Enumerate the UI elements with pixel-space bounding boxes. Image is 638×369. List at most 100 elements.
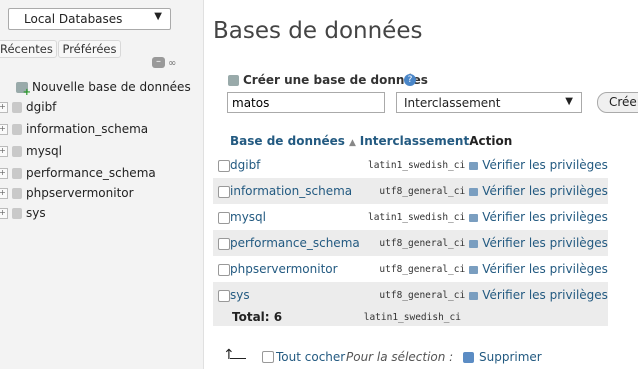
check-privileges-label: Vérifier les privilèges: [482, 288, 608, 302]
header-action: Action: [469, 134, 513, 148]
database-icon: [12, 124, 22, 135]
database-link[interactable]: mysql: [230, 204, 360, 230]
header-database[interactable]: Base de données ▲: [230, 130, 360, 152]
tree-item-mysql[interactable]: + mysql: [0, 144, 62, 158]
tree-item-label: mysql: [26, 144, 62, 158]
database-link[interactable]: sys: [230, 282, 360, 308]
server-select[interactable]: Local Databases ▼: [8, 8, 171, 30]
database-icon: [12, 146, 22, 157]
table-header-row: Base de données ▲ Interclassement Action: [213, 130, 608, 152]
collation-select[interactable]: Interclassement ▼: [396, 92, 582, 113]
header-collation[interactable]: Interclassement: [360, 130, 469, 152]
check-all-checkbox[interactable]: [262, 351, 274, 363]
new-db-label: Nouvelle base de données: [32, 80, 191, 94]
with-selected-label: Pour la sélection :: [346, 350, 454, 364]
table-row: phpservermonitor utf8_general_ci Vérifie…: [213, 256, 608, 282]
create-button[interactable]: Créer: [597, 92, 638, 113]
row-checkbox[interactable]: [218, 289, 230, 302]
expand-icon[interactable]: +: [0, 188, 8, 199]
collation-value: latin1_swedish_ci: [359, 204, 470, 230]
arrow-up-icon: ↑: [223, 347, 235, 363]
check-privileges-link[interactable]: Vérifier les privilèges: [469, 152, 608, 178]
database-link[interactable]: phpservermonitor: [230, 256, 360, 282]
delete-icon[interactable]: [463, 352, 474, 363]
check-privileges-link[interactable]: Vérifier les privilèges: [469, 204, 608, 230]
create-database-text: Créer une base de données: [243, 73, 428, 87]
collation-value: latin1_swedish_ci: [359, 152, 470, 178]
privileges-icon: [469, 239, 479, 248]
databases-table: Base de données ▲ Interclassement Action …: [213, 130, 608, 326]
chevron-down-icon: ▼: [154, 11, 162, 22]
table-row: information_schema utf8_general_ci Vérif…: [213, 178, 608, 204]
table-row: dgibf latin1_swedish_ci Vérifier les pri…: [213, 152, 608, 178]
help-icon[interactable]: ?: [404, 74, 416, 86]
nav-tabs: Récentes Préférées: [0, 40, 123, 58]
table-row: performance_schema utf8_general_ci Vérif…: [213, 230, 608, 256]
collation-value: utf8_general_ci: [359, 230, 470, 256]
row-checkbox[interactable]: [218, 237, 230, 250]
privileges-icon: [469, 265, 479, 274]
database-icon: [12, 102, 22, 113]
tree-item-information-schema[interactable]: + information_schema: [0, 122, 148, 136]
check-privileges-label: Vérifier les privilèges: [482, 184, 608, 198]
database-link[interactable]: dgibf: [230, 152, 360, 178]
server-select-value: Local Databases: [24, 12, 123, 26]
table-row: sys utf8_general_ci Vérifier les privilè…: [213, 282, 608, 308]
database-icon: [12, 168, 22, 179]
collation-value: utf8_general_ci: [359, 256, 470, 282]
total-label: Total: 6: [230, 308, 360, 326]
check-privileges-label: Vérifier les privilèges: [482, 236, 608, 250]
database-name-input[interactable]: [227, 92, 385, 113]
arrow-line: [230, 358, 246, 359]
collation-value: utf8_general_ci: [359, 282, 470, 308]
tree-item-label: dgibf: [26, 100, 57, 114]
header-checkbox-cell: [213, 130, 230, 152]
expand-icon[interactable]: +: [0, 124, 8, 135]
check-privileges-link[interactable]: Vérifier les privilèges: [469, 282, 608, 308]
tree-item-new-db[interactable]: Nouvelle base de données: [0, 80, 191, 98]
tree-item-sys[interactable]: + sys: [0, 206, 46, 220]
row-checkbox[interactable]: [218, 185, 230, 198]
tree-item-label: phpservermonitor: [26, 186, 134, 200]
chevron-down-icon: ▼: [565, 96, 573, 107]
collation-value: utf8_general_ci: [359, 178, 470, 204]
new-database-icon: [228, 75, 239, 86]
create-database-label: Créer une base de données: [228, 73, 428, 87]
tree-item-label: sys: [26, 206, 46, 220]
tree-item-dgibf[interactable]: + dgibf: [0, 100, 56, 114]
header-database-label: Base de données: [230, 134, 345, 148]
expand-icon[interactable]: +: [0, 168, 8, 179]
expand-icon[interactable]: +: [0, 208, 8, 219]
row-checkbox[interactable]: [218, 159, 230, 172]
check-privileges-label: Vérifier les privilèges: [482, 262, 608, 276]
row-checkbox[interactable]: [218, 211, 230, 224]
page-title: Bases de données: [213, 18, 423, 44]
privileges-icon: [469, 187, 479, 196]
tab-recent[interactable]: Récentes: [0, 40, 57, 58]
check-privileges-link[interactable]: Vérifier les privilèges: [469, 178, 608, 204]
row-checkbox[interactable]: [218, 263, 230, 276]
collapse-all-icon[interactable]: –: [152, 57, 165, 68]
delete-button[interactable]: Supprimer: [479, 350, 542, 364]
tree-item-label: performance_schema: [26, 166, 156, 180]
navigation-panel: Local Databases ▼ Récentes Préférées – ∞…: [0, 0, 204, 369]
tree-item-label: information_schema: [26, 122, 149, 136]
tree-item-phpservermonitor[interactable]: + phpservermonitor: [0, 186, 134, 200]
privileges-icon: [469, 213, 479, 222]
tab-favorites[interactable]: Préférées: [58, 40, 121, 58]
total-row: Total: 6 latin1_swedish_ci: [213, 308, 608, 326]
check-all-label[interactable]: Tout cocher: [276, 350, 345, 364]
link-icon[interactable]: ∞: [168, 58, 176, 69]
expand-icon[interactable]: +: [0, 146, 8, 157]
database-link[interactable]: performance_schema: [230, 230, 360, 256]
check-privileges-link[interactable]: Vérifier les privilèges: [469, 230, 608, 256]
table-row: mysql latin1_swedish_ci Vérifier les pri…: [213, 204, 608, 230]
check-privileges-label: Vérifier les privilèges: [482, 210, 608, 224]
expand-icon[interactable]: +: [0, 102, 8, 113]
new-database-icon: [16, 82, 31, 98]
tree-item-performance-schema[interactable]: + performance_schema: [0, 166, 156, 180]
database-link[interactable]: information_schema: [230, 178, 360, 204]
check-privileges-label: Vérifier les privilèges: [482, 158, 608, 172]
check-privileges-link[interactable]: Vérifier les privilèges: [469, 256, 608, 282]
database-icon: [12, 208, 22, 219]
